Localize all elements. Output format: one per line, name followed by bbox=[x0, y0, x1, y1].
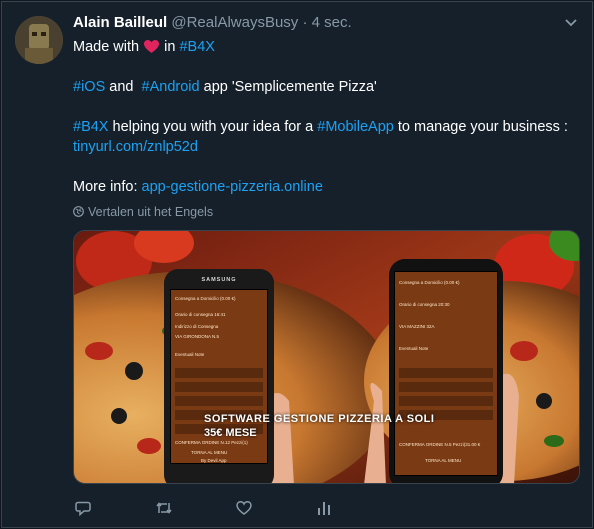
right-phone-screen: Consegna a Domicilio (0.00 €) Orario di … bbox=[394, 271, 498, 476]
analytics-icon[interactable] bbox=[316, 500, 332, 516]
left-time: Orario di consegna 16:41 bbox=[175, 312, 226, 317]
left-header: Consegna a Domicilio (0.00 €) bbox=[175, 296, 236, 301]
media-caption-price: 35€ MESE bbox=[204, 427, 257, 439]
left-notes: Eventuali Note bbox=[175, 352, 205, 357]
manage-text: to manage your business : bbox=[397, 119, 568, 135]
left-byline: By Devil App bbox=[201, 458, 227, 463]
tweet-header: Alain Bailleul @RealAlwaysBusy · 4 sec. bbox=[73, 14, 352, 31]
more-info-label: More info: bbox=[73, 179, 138, 195]
text-line-apps: #iOS and #Android app 'Semplicemente Piz… bbox=[73, 77, 573, 97]
globe-icon bbox=[73, 206, 84, 217]
retweet-icon[interactable] bbox=[155, 500, 173, 516]
app-name-text: app 'Semplicemente Pizza' bbox=[203, 79, 377, 95]
text-line-link: tinyurl.com/znlp52d bbox=[73, 137, 573, 157]
right-footer-menu: TORNA AL MENU bbox=[425, 458, 462, 463]
translate-label: Vertalen uit het Engels bbox=[88, 205, 214, 219]
hashtag-b4x-2[interactable]: #B4X bbox=[73, 119, 108, 135]
right-time: Orario di consegna 20:30 bbox=[399, 302, 450, 307]
tweet-text: Made with in #B4X #iOS and #Android app … bbox=[73, 37, 573, 197]
left-footer-menu: TORNA AL MENU bbox=[191, 450, 228, 455]
avatar[interactable] bbox=[15, 16, 63, 64]
left-address: VIA GIRONDONA N.5 bbox=[175, 334, 220, 339]
left-address-label: Indirizzo di Consegna bbox=[175, 324, 219, 329]
phone-brand: SAMSUNG bbox=[201, 277, 237, 283]
reply-icon[interactable] bbox=[75, 500, 91, 516]
hashtag-ios[interactable]: #iOS bbox=[73, 79, 105, 95]
left-footer: CONFERMA ORDINE N.12 Pezzi(1) bbox=[175, 440, 248, 445]
hashtag-b4x[interactable]: #B4X bbox=[179, 39, 214, 55]
heart-icon bbox=[144, 40, 160, 53]
right-phone: Consegna a Domicilio (0.00 €) Orario di … bbox=[389, 259, 503, 483]
text-line-more-info: More info: app-gestione-pizzeria.online bbox=[73, 177, 573, 197]
chevron-down-icon[interactable] bbox=[564, 16, 578, 30]
media-caption: SOFTWARE GESTIONE PIZZERIA A SOLI bbox=[204, 413, 435, 425]
right-notes: Eventuali Note bbox=[399, 346, 429, 351]
right-footer: CONFERMA ORDINE N.5 Pezzi(31.00 € bbox=[399, 442, 481, 447]
author-name[interactable]: Alain Bailleul bbox=[73, 14, 167, 31]
tweet-media[interactable]: SAMSUNG Consegna a Domicilio (0.00 €) Or… bbox=[73, 230, 580, 484]
text-line-made-with: Made with in #B4X bbox=[73, 37, 573, 57]
short-link[interactable]: tinyurl.com/znlp52d bbox=[73, 139, 198, 155]
right-header: Consegna a Domicilio (0.00 €) bbox=[399, 280, 460, 285]
tweet-time[interactable]: 4 sec. bbox=[312, 14, 352, 31]
author-handle[interactable]: @RealAlwaysBusy bbox=[171, 14, 298, 31]
hashtag-android[interactable]: #Android bbox=[142, 79, 200, 95]
text-line-helping: #B4X helping you with your idea for a #M… bbox=[73, 117, 573, 137]
pizza-photo bbox=[74, 231, 579, 483]
made-with-text: Made with bbox=[73, 39, 140, 55]
translate-link[interactable]: Vertalen uit het Engels bbox=[73, 205, 213, 219]
left-phone: SAMSUNG Consegna a Domicilio (0.00 €) Or… bbox=[164, 269, 274, 483]
in-text: in bbox=[164, 39, 176, 55]
and-text: and bbox=[109, 79, 134, 95]
more-info-link[interactable]: app-gestione-pizzeria.online bbox=[142, 179, 323, 195]
header-separator: · bbox=[298, 14, 312, 31]
right-address: VIA MAZZINI 32A bbox=[399, 324, 435, 329]
helping-text: helping you with your idea for a bbox=[112, 119, 314, 135]
hashtag-mobileapp[interactable]: #MobileApp bbox=[317, 119, 394, 135]
like-icon[interactable] bbox=[236, 500, 252, 516]
